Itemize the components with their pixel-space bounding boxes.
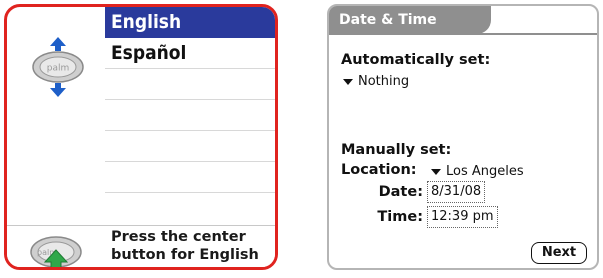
location-value: Los Angeles: [446, 164, 524, 179]
instruction-text: Press the center button for English: [111, 229, 259, 263]
palm-button-icon: palm: [32, 37, 84, 97]
language-option-english[interactable]: English: [105, 7, 275, 38]
language-list: English Español: [105, 7, 275, 225]
empty-row: [105, 162, 275, 193]
date-field[interactable]: 8/31/08: [427, 181, 486, 203]
up-arrow-icon: [50, 37, 66, 51]
location-label: Location:: [341, 162, 417, 178]
auto-set-heading: Automatically set:: [341, 52, 491, 68]
date-time-screen: Date & Time Automatically set: Nothing M…: [327, 4, 599, 270]
navigation-hint: palm: [7, 7, 105, 225]
time-label: Time:: [377, 209, 423, 225]
location-picker[interactable]: Los Angeles: [431, 164, 524, 179]
svg-text:palm: palm: [47, 64, 70, 74]
auto-set-value: Nothing: [358, 74, 410, 89]
down-arrow-icon: [50, 83, 66, 97]
date-label: Date:: [378, 184, 423, 200]
empty-row: [105, 131, 275, 162]
dropdown-triangle-icon: [343, 78, 353, 85]
screen-title: Date & Time: [329, 6, 491, 34]
title-divider: [329, 33, 597, 35]
manual-set-heading: Manually set:: [341, 142, 452, 158]
dropdown-triangle-icon: [431, 168, 441, 175]
language-screen: palm English Español palm Press the cent…: [4, 4, 278, 270]
instruction-bar: palm Press the center button for English: [7, 225, 275, 267]
auto-set-picker[interactable]: Nothing: [343, 74, 409, 89]
empty-row: [105, 100, 275, 131]
empty-row: [105, 193, 275, 224]
empty-row: [105, 69, 275, 100]
time-field[interactable]: 12:39 pm: [427, 206, 498, 228]
palm-button-icon: palm: [30, 236, 82, 267]
next-button[interactable]: Next: [531, 242, 587, 264]
language-option-espanol[interactable]: Español: [105, 38, 275, 69]
